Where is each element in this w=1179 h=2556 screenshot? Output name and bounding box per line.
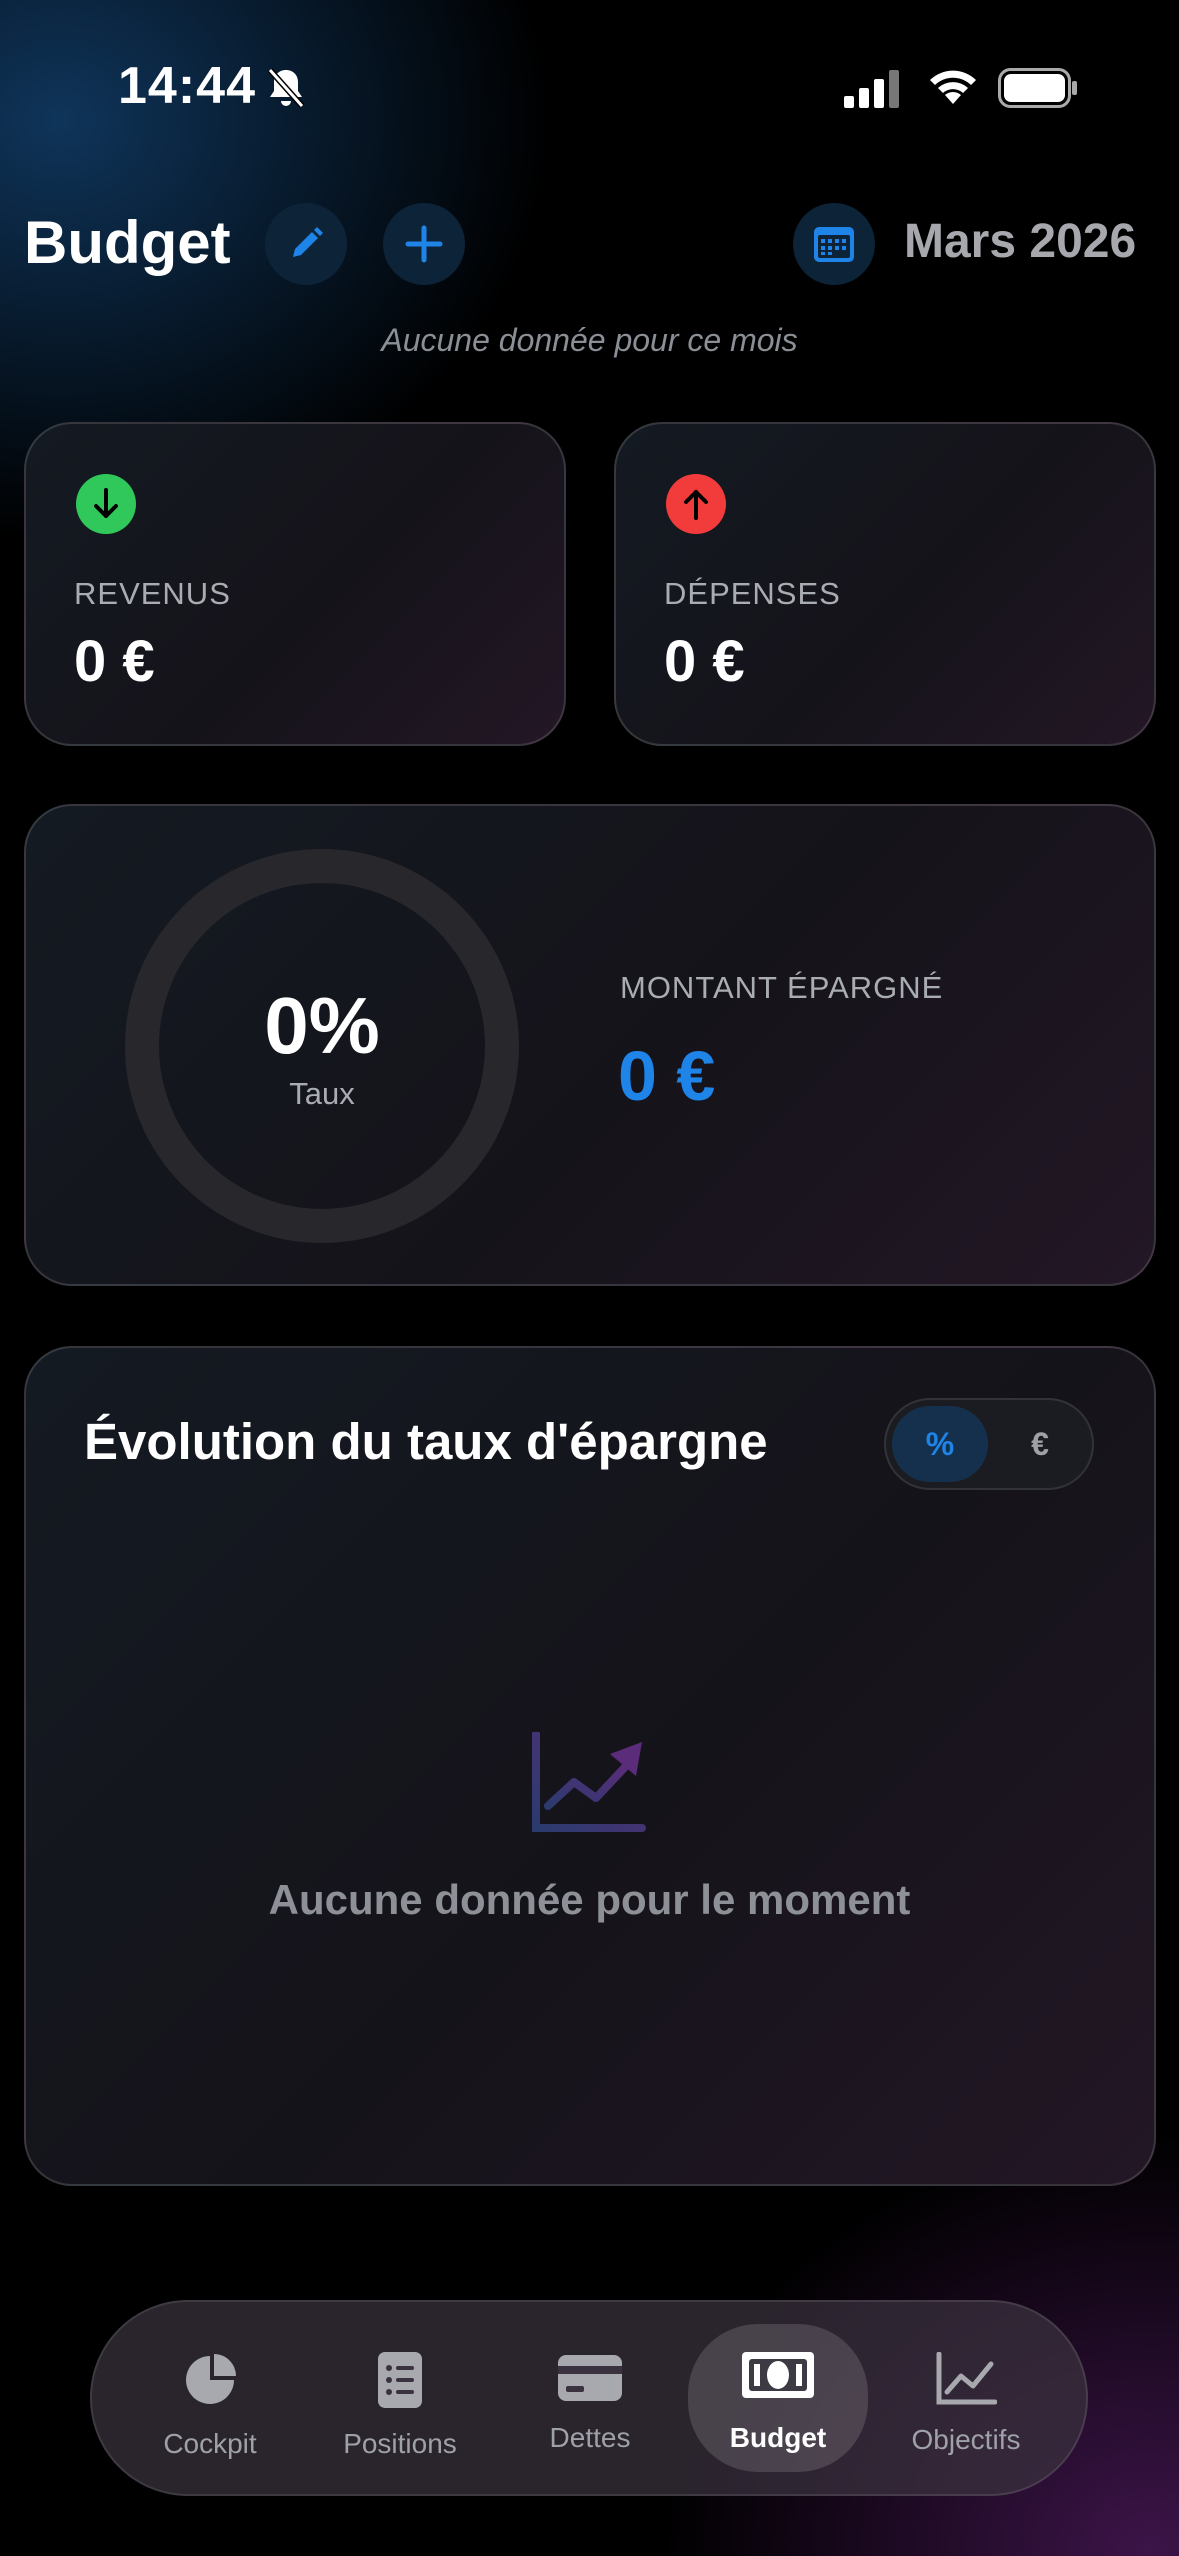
tab-label: Cockpit [163,2428,257,2459]
tab-budget[interactable]: Budget [688,2324,868,2472]
add-button[interactable] [383,203,465,285]
tab-label: Budget [729,2422,827,2453]
arrow-down-icon [76,474,136,534]
expense-value: 0 € [664,629,745,694]
pie-chart-icon [186,2354,236,2404]
list-icon [378,2352,422,2408]
plus-icon [405,225,443,263]
chart-line-icon [936,2352,997,2405]
tab-label: Objectifs [911,2424,1021,2455]
month-selector[interactable]: Mars 2026 [904,214,1136,269]
signal-icon [844,70,899,108]
banknote-icon [742,2352,814,2398]
chart-title: Évolution du taux d'épargne [84,1413,768,1470]
tab-objectifs[interactable]: Objectifs [876,2324,1056,2472]
credit-card-icon [558,2355,622,2401]
unit-toggle[interactable]: % € [884,1398,1094,1490]
tab-positions[interactable]: Positions [310,2324,490,2472]
income-label: REVENUS [74,576,231,611]
toggle-percent-option[interactable]: % [892,1406,988,1482]
no-data-subtitle: Aucune donnée pour ce mois [381,322,798,358]
tab-dettes[interactable]: Dettes [500,2324,680,2472]
chart-line-icon [532,1732,646,1832]
arrow-up-icon [666,474,726,534]
income-value: 0 € [74,629,155,694]
tab-bar: Cockpit Positions Dettes Budget Objectif… [90,2300,1088,2496]
saved-amount-label: MONTANT ÉPARGNÉ [620,970,944,1005]
savings-rate-value: 0% [264,981,380,1070]
status-time: 14:44 [118,57,256,115]
expense-card[interactable]: DÉPENSES 0 € [614,422,1156,746]
savings-rate-label: Taux [289,1076,355,1111]
battery-icon [998,68,1077,108]
bell-muted-icon [267,68,305,108]
edit-button[interactable] [265,203,347,285]
tab-label: Dettes [549,2422,631,2453]
pencil-icon [293,227,323,257]
income-card[interactable]: REVENUS 0 € [24,422,566,746]
calendar-icon [814,227,854,262]
empty-chart-message: Aucune donnée pour le moment [268,1876,911,1923]
wifi-icon [930,70,976,104]
calendar-button[interactable] [793,203,875,285]
tab-label: Positions [343,2428,457,2459]
saved-amount-value: 0 € [618,1037,716,1115]
toggle-euro-option[interactable]: € [992,1406,1088,1482]
expense-label: DÉPENSES [664,576,841,611]
tab-cockpit[interactable]: Cockpit [120,2324,300,2472]
page-title: Budget [24,209,231,276]
